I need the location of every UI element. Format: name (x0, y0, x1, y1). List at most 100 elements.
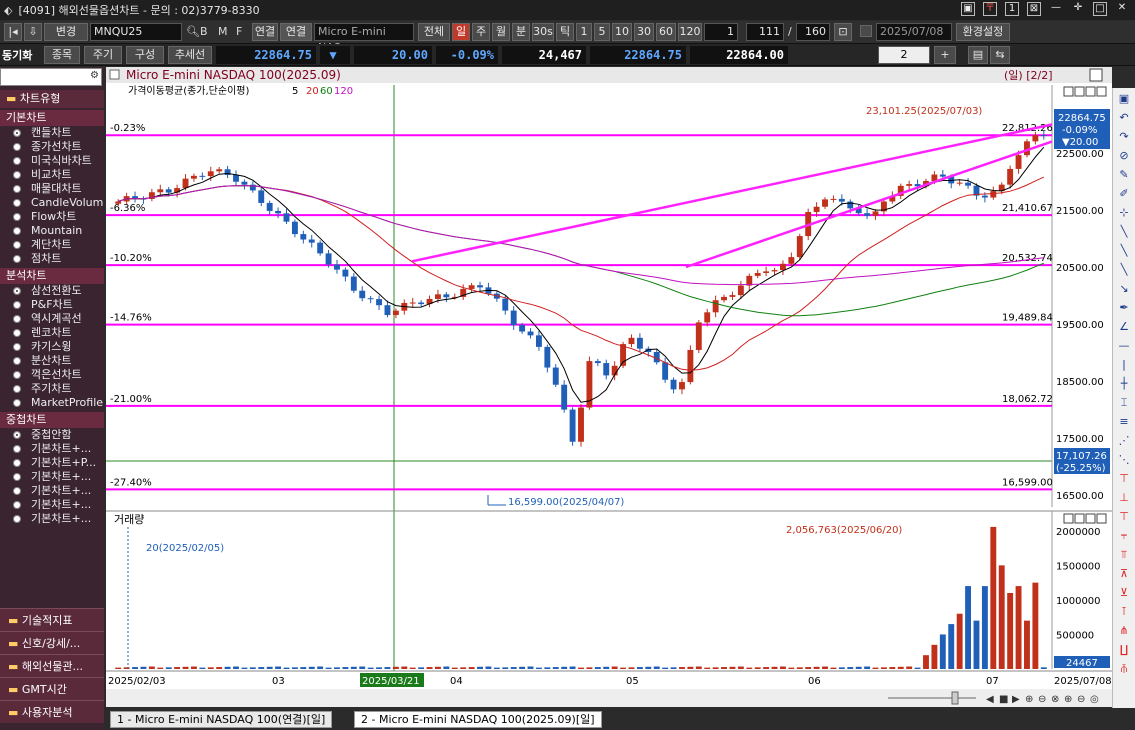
period-tick[interactable]: 틱 (556, 23, 574, 41)
radio-icon[interactable] (13, 129, 21, 137)
sidebar-item[interactable]: 주기차트 (0, 382, 104, 396)
sidebar-item[interactable]: MarketProfile (0, 396, 104, 410)
price-panel-control-icon[interactable] (1096, 86, 1107, 97)
radio-icon[interactable] (13, 371, 21, 379)
channel-icon[interactable]: ≡ (1116, 414, 1132, 430)
angle-icon[interactable]: ∠ (1116, 319, 1132, 335)
date-checkbox[interactable] (860, 25, 872, 37)
sidebar-item[interactable]: 기본차트+... (0, 470, 104, 484)
help-icon[interactable]: 1 (1005, 2, 1019, 16)
panel-close-icon[interactable] (1089, 68, 1103, 82)
radio-icon[interactable] (13, 301, 21, 309)
period-week[interactable]: 주 (472, 23, 490, 41)
radio-icon[interactable] (13, 255, 21, 263)
volume-panel-control-icon[interactable] (1085, 513, 1096, 524)
red-tool-3-icon[interactable]: ⊤ (1116, 509, 1132, 525)
sidebar-item[interactable]: 매물대차트 (0, 182, 104, 196)
sidebar-item[interactable]: 분산차트 (0, 354, 104, 368)
red-tool-1-icon[interactable]: ⊤ (1116, 471, 1132, 487)
min-1[interactable]: 1 (576, 23, 592, 41)
link-toggle[interactable]: 연결 (280, 23, 312, 41)
move-icon[interactable]: ✛ (1071, 2, 1085, 16)
close-icon[interactable]: ✕ (1115, 2, 1129, 16)
redo-icon[interactable]: ↷ (1116, 129, 1132, 145)
trendline-icon[interactable]: ╲ (1116, 224, 1132, 240)
cross-line-icon[interactable]: ┼ (1116, 376, 1132, 392)
total-input[interactable]: 160 (796, 23, 830, 41)
add-panel-icon[interactable]: + (934, 46, 956, 64)
radio-icon[interactable] (13, 357, 21, 365)
period-30s[interactable]: 30s (532, 23, 554, 41)
hline-icon[interactable]: — (1116, 338, 1132, 354)
red-tool-5-icon[interactable]: ⫪ (1116, 547, 1132, 563)
radio-icon[interactable] (13, 227, 21, 235)
scroll-control-icon[interactable]: ▶ (1012, 694, 1020, 705)
trendline-button[interactable]: 추세선 (168, 46, 212, 64)
price-panel-control-icon[interactable] (1063, 86, 1074, 97)
cursor-icon[interactable]: ▣ (1116, 91, 1132, 107)
scroll-control-icon[interactable]: ⊖ (1077, 694, 1085, 705)
count-input[interactable]: 111 (746, 23, 784, 41)
tab-chart-2[interactable]: 2 - Micro E-mini NASDAQ 100(2025.09)[일] (354, 711, 602, 728)
tab-chart-1[interactable]: 1 - Micro E-mini NASDAQ 100(연결)[일] (110, 711, 333, 728)
save-icon[interactable]: ▤ (968, 46, 988, 64)
date-input[interactable]: 2025/07/08 (876, 23, 952, 41)
red-tool-9-icon[interactable]: ⋔ (1116, 623, 1132, 639)
maximize-icon[interactable]: □ (1093, 2, 1107, 16)
scroll-control-icon[interactable]: ◀ (986, 694, 994, 705)
sidebar-item[interactable]: 삼선전환도 (0, 284, 104, 298)
chart-area[interactable]: Micro E-mini NASDAQ 100(2025.09) (일) [2/2… (106, 67, 1112, 707)
radio-icon[interactable] (13, 199, 21, 207)
red-tool-11-icon[interactable]: ⫚ (1116, 661, 1132, 677)
scroll-control-icon[interactable]: ⊖ (1038, 694, 1046, 705)
red-tool-6-icon[interactable]: ⊼ (1116, 566, 1132, 582)
scroll-control-icon[interactable]: ⊗ (1051, 694, 1059, 705)
item-button[interactable]: 종목 (44, 46, 80, 64)
sidebar-bottom-item[interactable]: ▬ 기술적지표 (0, 608, 104, 631)
sidebar-item[interactable]: 기본차트+... (0, 442, 104, 456)
scroll-thumb[interactable] (951, 691, 959, 705)
volume-panel-control-icon[interactable] (1074, 513, 1085, 524)
sidebar-item[interactable]: 카기스윙 (0, 340, 104, 354)
radio-icon[interactable] (13, 287, 21, 295)
search-icon[interactable]: 🔍︎ (186, 25, 200, 38)
scroll-control-icon[interactable]: ■ (999, 694, 1008, 705)
all-button[interactable]: 전체 (418, 23, 450, 41)
change-button[interactable]: 변경 (44, 23, 88, 41)
red-tool-8-icon[interactable]: ⊺ (1116, 604, 1132, 620)
radio-icon[interactable] (13, 315, 21, 323)
minimize-icon[interactable]: — (1049, 2, 1063, 16)
sidebar-item[interactable]: 기본차트+... (0, 512, 104, 526)
scroll-control-icon[interactable]: ⊕ (1064, 694, 1072, 705)
min-120[interactable]: 120 (678, 23, 702, 41)
min-10[interactable]: 10 (612, 23, 632, 41)
draw-mode-icon[interactable]: ✐ (1116, 186, 1132, 202)
sidebar-bottom-item[interactable]: ▬ 신호/강세/... (0, 631, 104, 654)
period-button[interactable]: 주기 (84, 46, 122, 64)
radio-icon[interactable] (13, 143, 21, 151)
red-tool-7-icon[interactable]: ⊻ (1116, 585, 1132, 601)
export-icon[interactable]: ⇆ (990, 46, 1010, 64)
link-button[interactable]: 연결 (252, 23, 278, 41)
fibo-icon[interactable]: ⌶ (1116, 395, 1132, 411)
sidebar-item[interactable]: 계단차트 (0, 238, 104, 252)
price-panel-control-icon[interactable] (1074, 86, 1085, 97)
scroll-control-icon[interactable]: ◎ (1090, 694, 1099, 705)
sidebar-item[interactable]: 점차트 (0, 252, 104, 266)
radio-icon[interactable] (13, 501, 21, 509)
sidebar-bottom-item[interactable]: ▬ GMT시간 (0, 677, 104, 700)
chart-checkbox[interactable] (109, 69, 120, 80)
period-minute[interactable]: 분 (512, 23, 530, 41)
line-icon[interactable]: ╲ (1116, 262, 1132, 278)
sidebar-item[interactable]: Mountain (0, 224, 104, 238)
radio-icon[interactable] (13, 171, 21, 179)
ray-icon[interactable]: ╲ (1116, 243, 1132, 259)
sidebar-item[interactable]: 기본차트+... (0, 498, 104, 512)
volume-panel-control-icon[interactable] (1096, 513, 1107, 524)
dropdown-icon[interactable]: ⇩ (24, 23, 42, 41)
radio-icon[interactable] (13, 157, 21, 165)
min-30[interactable]: 30 (634, 23, 654, 41)
crosshair-icon[interactable]: ⊹ (1116, 205, 1132, 221)
arrow-line-icon[interactable]: ↘ (1116, 281, 1132, 297)
speed-line-icon[interactable]: ⋰ (1116, 433, 1132, 449)
